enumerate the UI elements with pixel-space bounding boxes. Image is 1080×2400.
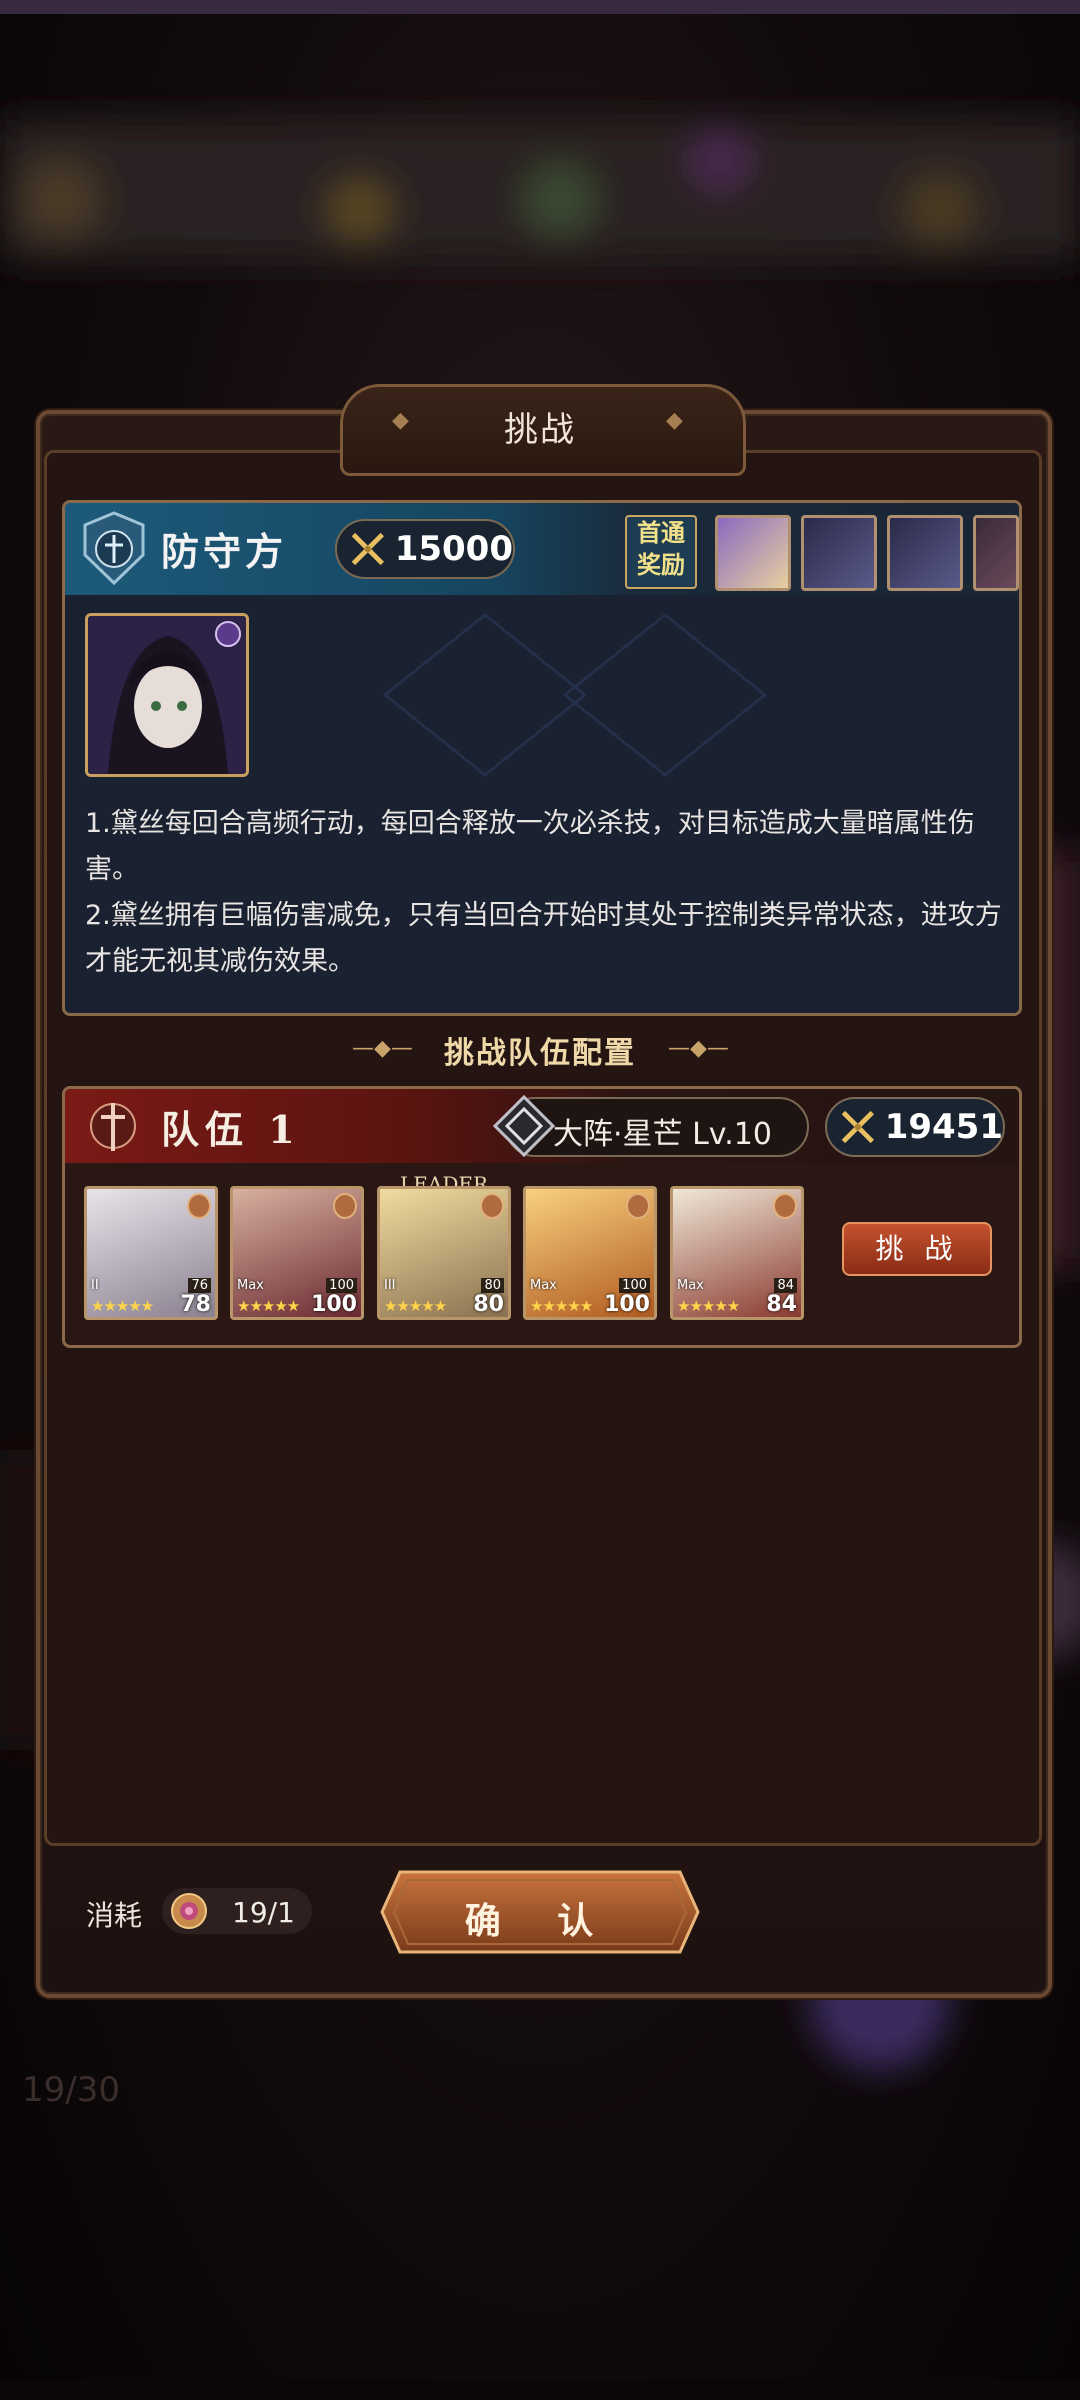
- reward-item-book[interactable]: [801, 515, 877, 591]
- first-clear-reward-label: 首通 奖励: [625, 515, 697, 589]
- hero-level: 100: [604, 1292, 650, 1317]
- defender-description: 1.黛丝每回合高频行动，每回合释放一次必杀技，对目标造成大量暗属性伤害。 2.黛…: [85, 808, 1002, 977]
- hero-sub-level: 100: [619, 1278, 650, 1293]
- hero-sub-level: 80: [481, 1278, 504, 1293]
- team-power-value: 19451: [884, 1107, 1003, 1147]
- hero-stars: ★★★★★: [91, 1297, 154, 1315]
- hero-badge-icon: [187, 1193, 211, 1219]
- defender-panel: 防守方 15000 首通 奖励 1.黛丝每回合高频行动，每回合释放一次必杀技，对…: [62, 500, 1022, 1016]
- defender-body: ★★★★★ 1.黛丝每回合高频行动，每回合释放一次必杀技，对目标造成大量暗属性伤…: [65, 595, 1019, 1013]
- hero-tier: Max: [237, 1278, 264, 1293]
- reward-item-book[interactable]: [887, 515, 963, 591]
- hero-badge-icon: [333, 1193, 357, 1219]
- team-config-title: 挑战队伍配置: [444, 1036, 636, 1071]
- hero-stars: ★★★★★: [677, 1297, 740, 1315]
- formation-text: 大阵·星芒 Lv.10: [553, 1117, 772, 1152]
- background-stamina-text: 19/30: [22, 2070, 120, 2110]
- hero-badge-icon: [773, 1193, 797, 1219]
- crossed-swords-icon: [841, 1110, 874, 1144]
- hero-badge-icon: [626, 1193, 650, 1219]
- dialog-title: 挑战: [504, 410, 576, 450]
- hero-tier: III: [384, 1278, 396, 1293]
- team-power-pill: 19451: [825, 1097, 1005, 1157]
- boss-portrait-icon: [88, 616, 246, 774]
- rose-token-icon: [171, 1893, 207, 1929]
- reward-item-egg[interactable]: [715, 515, 791, 591]
- cost-label: 消耗: [86, 1899, 143, 1932]
- star-formation-icon: [493, 1095, 555, 1157]
- cost-value: 19/1: [232, 1896, 295, 1929]
- hero-tier: II: [91, 1278, 99, 1293]
- cost-pill: 19/1: [162, 1888, 312, 1934]
- hero-card[interactable]: Max 100 ★★★★★ 100: [230, 1186, 364, 1320]
- challenge-button[interactable]: 挑 战: [842, 1222, 992, 1276]
- defender-title: 防守方: [161, 529, 288, 574]
- team-header: 队伍 1 大阵·星芒 Lv.10 19451: [65, 1089, 1019, 1163]
- hero-level: 78: [180, 1292, 211, 1317]
- sword-emblem-icon: [90, 1103, 136, 1151]
- hero-card[interactable]: Max 84 ★★★★★ 84: [670, 1186, 804, 1320]
- defender-header: 防守方 15000 首通 奖励: [65, 503, 1019, 595]
- defender-power-value: 15000: [394, 529, 513, 569]
- hero-card[interactable]: Max 100 ★★★★★ 100: [523, 1186, 657, 1320]
- reward-item-partial[interactable]: [973, 515, 1019, 591]
- shield-icon: [83, 511, 145, 586]
- hero-stars: ★★★★★: [384, 1297, 447, 1315]
- hero-stars: ★★★★★: [530, 1297, 593, 1315]
- boss-portrait[interactable]: ★★★★★: [85, 613, 249, 777]
- hero-card[interactable]: II 76 ★★★★★ 78: [84, 1186, 218, 1320]
- hero-level: 80: [473, 1292, 504, 1317]
- hero-stars: ★★★★★: [237, 1297, 300, 1315]
- hero-sub-level: 76: [188, 1278, 211, 1293]
- hero-sub-level: 100: [326, 1278, 357, 1293]
- team-title: 队伍 1: [161, 1107, 301, 1152]
- hero-level: 84: [766, 1292, 797, 1317]
- defender-power-pill: 15000: [335, 519, 515, 579]
- hero-tier: Max: [530, 1278, 557, 1293]
- hero-card-leader[interactable]: III 80 ★★★★★ 80: [377, 1186, 511, 1320]
- hero-badge-icon: [480, 1193, 504, 1219]
- hero-sub-level: 84: [774, 1278, 797, 1293]
- confirm-button-label: 确 认: [464, 1901, 616, 1942]
- crossed-swords-icon: [351, 532, 384, 566]
- hero-level: 100: [311, 1292, 357, 1317]
- hero-tier: Max: [677, 1278, 704, 1293]
